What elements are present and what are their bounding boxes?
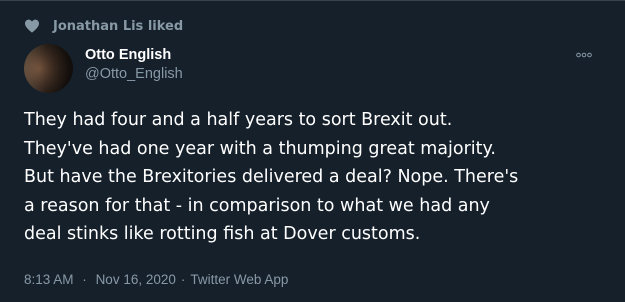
separator: ·: [82, 272, 87, 287]
tweet-metadata: 8:13 AM · Nov 16, 2020 · Twitter Web App: [24, 272, 288, 287]
tweet-line: They've had one year with a thumping gre…: [24, 138, 496, 159]
social-context-label: Jonathan Lis liked: [53, 18, 184, 34]
more-options-icon[interactable]: [573, 47, 595, 63]
tweet-line: a reason for that - in comparison to wha…: [24, 195, 490, 216]
tweet-line: But have the Brexitories delivered a dea…: [24, 167, 519, 187]
user-handle[interactable]: @Otto_English: [85, 65, 183, 84]
timestamp-link[interactable]: 8:13 AM · Nov 16, 2020: [24, 272, 176, 287]
tweet-source-link[interactable]: Twitter Web App: [190, 272, 288, 287]
user-info[interactable]: Otto English @Otto_English: [85, 46, 183, 84]
avatar[interactable]: [24, 44, 73, 93]
tweet-line: deal stinks like rotting fish at Dover c…: [24, 224, 421, 244]
heart-icon: [24, 18, 40, 34]
tweet-line: They had four and a half years to sort B…: [24, 110, 453, 130]
tweet-time: 8:13 AM: [24, 272, 74, 287]
tweet-text: They had four and a half years to sort B…: [24, 106, 604, 249]
tweet-card: Jonathan Lis liked Otto English @Otto_En…: [0, 0, 625, 302]
tweet-date: Nov 16, 2020: [95, 272, 176, 287]
social-context[interactable]: Jonathan Lis liked: [24, 16, 183, 36]
display-name[interactable]: Otto English: [85, 46, 183, 65]
separator: ·: [180, 272, 186, 287]
